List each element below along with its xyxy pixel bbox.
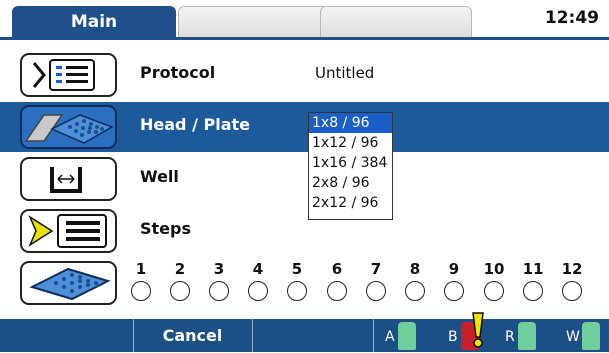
row-steps[interactable]: Steps (0, 206, 609, 256)
tab-underline (0, 37, 609, 40)
tab-bar: Main 12:49 (0, 0, 609, 39)
well-number: 7 (370, 260, 382, 278)
bottle-a-label: A (385, 329, 395, 345)
well-number: 4 (252, 260, 264, 278)
head-plate-label: Head / Plate (140, 115, 250, 134)
well-number: 6 (331, 260, 343, 278)
well-icon-button[interactable] (20, 157, 117, 201)
head-plate-icon (24, 114, 114, 144)
head-plate-dropdown[interactable]: 1x8 / 96 1x12 / 96 1x16 / 384 2x8 / 96 2… (308, 112, 393, 220)
steps-icon (28, 214, 107, 248)
dropdown-option[interactable]: 1x8 / 96 (309, 113, 392, 133)
steps-label: Steps (140, 219, 191, 238)
head-plate-icon-button[interactable] (20, 105, 117, 149)
protocol-icon (32, 59, 95, 91)
clock: 12:49 (544, 8, 599, 28)
bottle-a-icon (398, 322, 416, 350)
bottle-b-label: B (448, 329, 458, 345)
plate-icon-button[interactable] (20, 261, 117, 305)
well-radio[interactable] (209, 281, 229, 301)
bottle-r-label: R (505, 329, 515, 345)
well-radio[interactable] (287, 281, 307, 301)
steps-icon-button[interactable] (20, 209, 117, 253)
dropdown-option[interactable]: 2x8 / 96 (309, 173, 392, 193)
well-number: 12 (561, 260, 583, 278)
well-radio[interactable] (444, 281, 464, 301)
dropdown-option[interactable]: 2x12 / 96 (309, 193, 392, 213)
tab-2[interactable] (178, 6, 328, 39)
well-icon (50, 167, 82, 193)
cancel-button[interactable]: Cancel (135, 319, 250, 352)
plate-icon (29, 267, 111, 301)
well-radio[interactable] (562, 281, 582, 301)
bottle-w-label: W (566, 329, 580, 345)
row-protocol[interactable]: Protocol Untitled (0, 50, 609, 100)
well-radio[interactable] (131, 281, 151, 301)
well-radio[interactable] (484, 281, 504, 301)
divider (252, 319, 253, 352)
well-number: 9 (448, 260, 460, 278)
well-radio[interactable] (327, 281, 347, 301)
bottom-bar: Cancel A B R W (0, 312, 609, 352)
well-number: 1 (135, 260, 147, 278)
row-well[interactable]: Well (0, 154, 609, 204)
well-number: 8 (409, 260, 421, 278)
well-number: 5 (291, 260, 303, 278)
bottle-r-icon (518, 322, 536, 350)
dropdown-option[interactable]: 1x12 / 96 (309, 133, 392, 153)
tab-main[interactable]: Main (12, 6, 176, 38)
well-number: 11 (522, 260, 544, 278)
dropdown-option[interactable]: 1x16 / 384 (309, 153, 392, 173)
protocol-icon-button[interactable] (20, 53, 117, 97)
well-radio[interactable] (405, 281, 425, 301)
well-radio[interactable] (170, 281, 190, 301)
protocol-label: Protocol (140, 63, 216, 82)
well-label: Well (140, 167, 179, 186)
bottle-w-icon (582, 322, 600, 350)
well-number: 3 (213, 260, 225, 278)
warning-icon (472, 312, 484, 348)
well-radio[interactable] (523, 281, 543, 301)
well-radio[interactable] (248, 281, 268, 301)
well-radio[interactable] (366, 281, 386, 301)
row-head-plate[interactable]: Head / Plate (0, 102, 609, 152)
well-number: 2 (174, 260, 186, 278)
tab-3[interactable] (320, 6, 472, 39)
well-number: 10 (483, 260, 505, 278)
divider (373, 319, 374, 352)
divider (133, 319, 134, 352)
protocol-value: Untitled (315, 64, 375, 82)
